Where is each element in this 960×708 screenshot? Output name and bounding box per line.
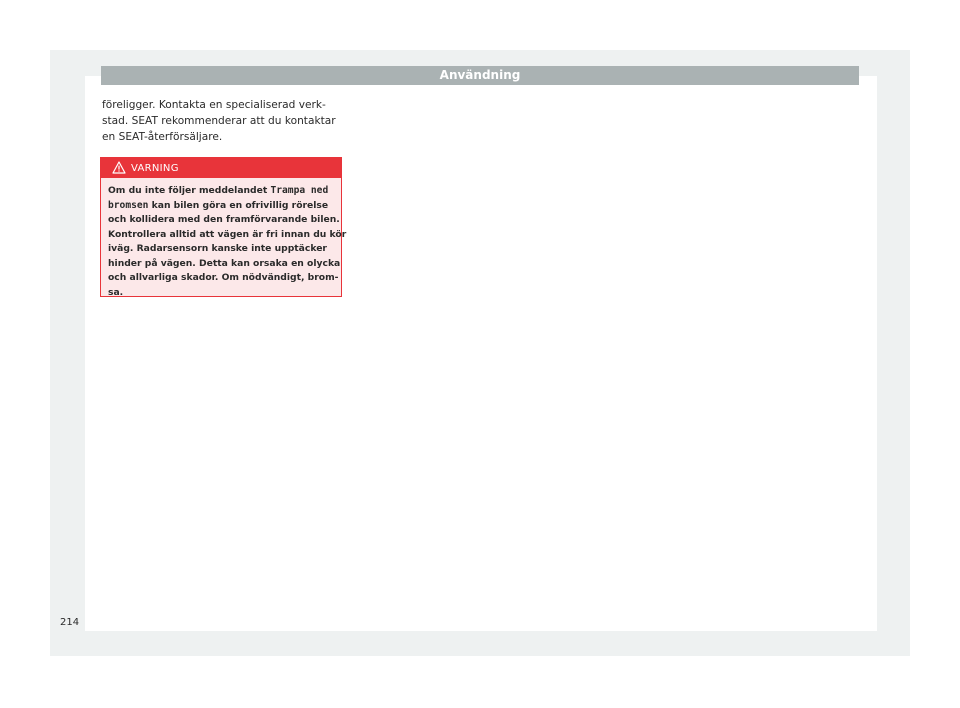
warning-text: Om du inte följer meddelandet Trampa ned… bbox=[108, 184, 347, 300]
warning-line: iväg. Radarsensorn kanske inte upptäcker bbox=[108, 243, 327, 254]
warning-header: VARNING bbox=[101, 158, 341, 178]
warning-text-segment: kan bilen göra en ofrivillig rörelse bbox=[148, 199, 329, 211]
display-message-code: Trampa ned bbox=[270, 185, 329, 196]
warning-line: och allvarliga skador. Om nödvändigt, br… bbox=[108, 272, 339, 283]
warning-line: hinder på vägen. Detta kan orsaka en oly… bbox=[108, 257, 341, 269]
warning-line: bromsen kan bilen göra en ofrivillig rör… bbox=[108, 199, 340, 214]
display-message-code: bromsen bbox=[108, 199, 149, 211]
warning-label: VARNING bbox=[131, 163, 179, 174]
body-line: en SEAT-återförsäljare. bbox=[102, 131, 223, 143]
warning-line: och kollidera med den framförvarande bil… bbox=[108, 214, 340, 225]
body-line: stad. SEAT rekommenderar att du kontakta… bbox=[102, 115, 336, 127]
page-number: 214 bbox=[60, 617, 80, 628]
warning-box: VARNING Om du inte följer meddelandet Tr… bbox=[100, 157, 347, 300]
warning-line: Kontrollera alltid att vägen är fri inna… bbox=[108, 228, 347, 240]
body-line: föreligger. Kontakta en specialiserad ve… bbox=[102, 99, 326, 111]
section-header: Användning bbox=[101, 66, 859, 85]
warning-line: sa. bbox=[108, 286, 124, 298]
warning-text-segment: Om du inte följer meddelandet bbox=[108, 185, 271, 196]
warning-triangle-icon bbox=[112, 161, 126, 174]
warning-line: Om du inte följer meddelandet Trampa ned bbox=[108, 184, 340, 199]
body-paragraph: föreligger. Kontakta en specialiserad ve… bbox=[102, 97, 344, 145]
